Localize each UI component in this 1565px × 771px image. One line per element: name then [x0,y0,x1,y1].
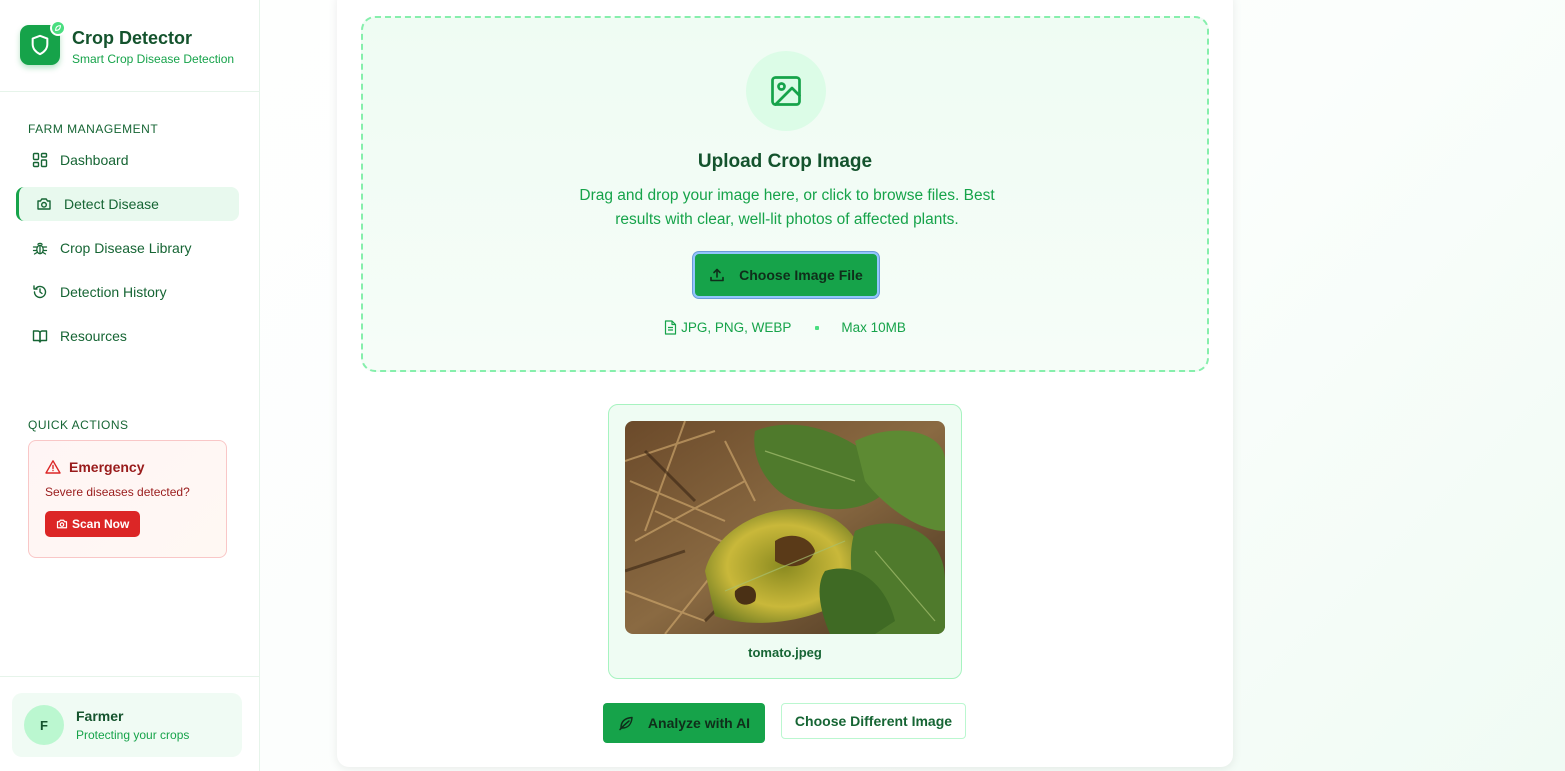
emergency-title: Emergency [69,459,145,475]
analyze-with-ai-label: Analyze with AI [647,715,751,731]
divider [0,676,259,677]
user-name: Farmer [76,708,124,724]
sidebar-item-label: Detect Disease [64,196,159,212]
brand[interactable]: Crop Detector Smart Crop Disease Detecti… [20,20,235,66]
emergency-text: Severe diseases detected? [45,485,190,499]
sidebar-item-resources[interactable]: Resources [16,319,239,353]
scan-now-label: Scan Now [72,517,130,531]
choose-image-file-label: Choose Image File [739,267,863,283]
camera-icon [56,518,68,530]
upload-dropzone[interactable]: Upload Crop Image Drag and drop your ima… [361,16,1209,372]
avatar: F [24,705,64,745]
preview-filename: tomato.jpeg [748,645,822,660]
leaf-icon [618,715,634,731]
analyze-with-ai-button[interactable]: Analyze with AI [603,703,765,743]
choose-image-file-button[interactable]: Choose Image File [693,252,879,298]
brand-subtitle: Smart Crop Disease Detection [72,52,235,66]
upload-title: Upload Crop Image [697,151,873,172]
crop-preview-image [625,421,945,634]
upload-description: Drag and drop your image here, or click … [579,187,995,228]
choose-different-image-button[interactable]: Choose Different Image [781,703,966,739]
sidebar-item-detection-history[interactable]: Detection History [16,275,239,309]
accepted-formats: JPG, PNG, WEBP [681,320,792,335]
bug-icon [32,240,48,256]
upload-icon [709,267,725,283]
brand-title: Crop Detector [72,28,193,48]
sidebar-item-label: Detection History [60,284,167,300]
sidebar-item-label: Crop Disease Library [60,240,192,256]
scan-now-button[interactable]: Scan Now [45,511,141,537]
section-label-farm-management: FARM MANAGEMENT [28,122,159,136]
user-subtitle: Protecting your crops [76,728,190,742]
section-label-quick-actions: QUICK ACTIONS [28,418,129,432]
user-profile[interactable]: F Farmer Protecting your crops [12,693,242,757]
sidebar-item-detect-disease[interactable]: Detect Disease [16,187,239,221]
history-icon [32,284,48,300]
divider [0,91,259,92]
image-preview-card: tomato.jpeg [608,404,962,679]
separator-dot [815,325,820,330]
image-icon [746,51,826,131]
warning-icon [45,459,61,475]
book-icon [32,328,48,344]
shield-logo-icon [20,20,66,65]
sidebar-item-label: Resources [60,328,127,344]
emergency-card: Emergency Severe diseases detected? Scan… [28,440,227,558]
sidebar-item-label: Dashboard [60,152,129,168]
max-file-size: Max 10MB [841,320,906,335]
sidebar-item-crop-disease-library[interactable]: Crop Disease Library [16,231,239,265]
sidebar-item-dashboard[interactable]: Dashboard [16,143,239,177]
file-icon [664,320,677,335]
dashboard-icon [32,152,48,168]
camera-icon [36,196,52,212]
sidebar: Crop Detector Smart Crop Disease Detecti… [0,0,260,771]
leaf-badge-icon [50,20,66,36]
